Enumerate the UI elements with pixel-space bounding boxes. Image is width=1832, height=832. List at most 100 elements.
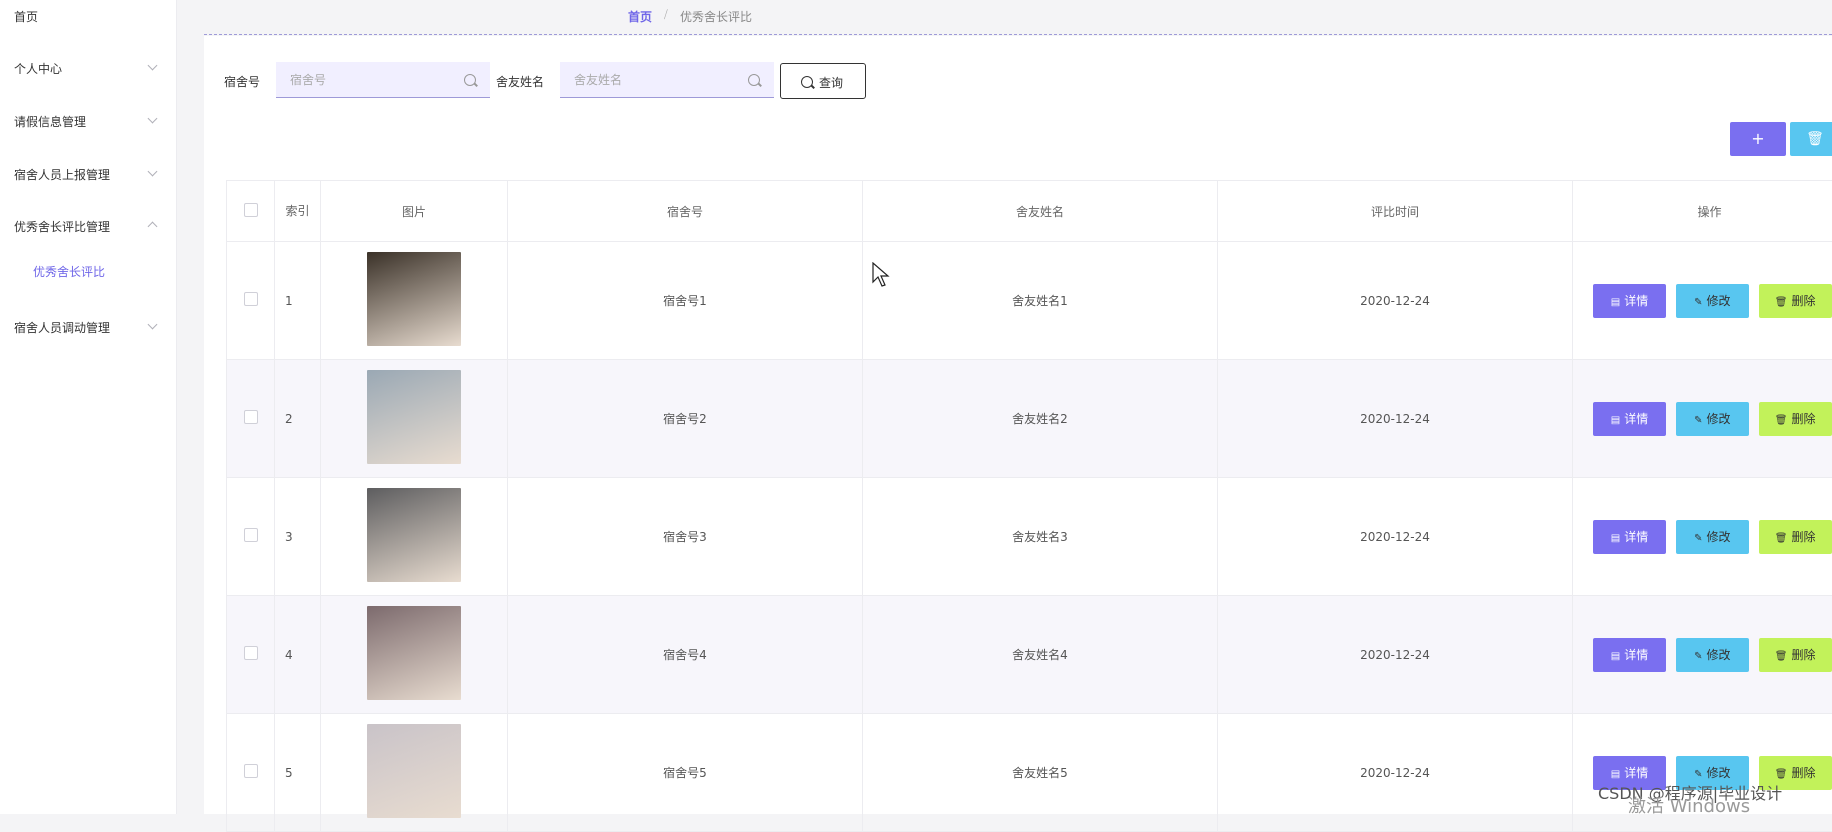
delete-button[interactable]: 🗑删除 [1759, 284, 1832, 318]
row-index: 1 [275, 242, 321, 360]
trash-icon: 🗑 [1775, 297, 1788, 308]
detail-button[interactable]: ▤详情 [1593, 402, 1666, 436]
trash-icon: 🗑 [1775, 415, 1788, 426]
row-time: 2020-12-24 [1218, 596, 1573, 714]
main-area: 首页 ⧸ 优秀舍长评比 宿舍号 舍友姓名 查询 + 🗑 索引 图片 [204, 0, 1832, 814]
delete-button[interactable]: 🗑删除 [1759, 638, 1832, 672]
header-image: 图片 [321, 181, 508, 242]
row-actions: ▤详情 ✎修改 🗑删除 [1573, 478, 1832, 596]
row-name: 舍友姓名4 [863, 596, 1218, 714]
row-time: 2020-12-24 [1218, 242, 1573, 360]
sidebar-item-label: 首页 [14, 8, 38, 25]
sidebar: 首页 个人中心 请假信息管理 宿舍人员上报管理 优秀舍长评比管理 优秀舍长评比 … [0, 0, 177, 814]
detail-button[interactable]: ▤详情 [1593, 638, 1666, 672]
row-checkbox[interactable] [244, 646, 258, 660]
header-ops: 操作 [1573, 181, 1832, 242]
breadcrumb-home[interactable]: 首页 [628, 8, 652, 25]
edit-button[interactable]: ✎修改 [1676, 402, 1749, 436]
trash-icon: 🗑 [1775, 533, 1788, 544]
chevron-down-icon [148, 61, 158, 71]
detail-button[interactable]: ▤详情 [1593, 284, 1666, 318]
query-button[interactable]: 查询 [780, 63, 866, 99]
document-icon: ▤ [1611, 415, 1620, 426]
row-checkbox[interactable] [244, 764, 258, 778]
data-table: 索引 图片 宿舍号 舍友姓名 评比时间 操作 1 宿舍号1 舍友姓名1 2020… [226, 180, 1832, 832]
edit-button[interactable]: ✎修改 [1676, 638, 1749, 672]
delete-button[interactable]: 🗑删除 [1759, 520, 1832, 554]
query-button-label: 查询 [819, 74, 843, 91]
dorm-search-input[interactable] [276, 62, 490, 98]
sidebar-item-home[interactable]: 首页 [0, 4, 176, 28]
row-dorm: 宿舍号4 [508, 596, 863, 714]
row-photo [367, 370, 461, 464]
row-checkbox[interactable] [244, 292, 258, 306]
sidebar-item-personal-center[interactable]: 个人中心 [0, 56, 176, 80]
search-icon [801, 76, 813, 88]
search-icon [464, 74, 476, 86]
row-name: 舍友姓名2 [863, 360, 1218, 478]
table-row: 4 宿舍号4 舍友姓名4 2020-12-24 ▤详情 ✎修改 🗑删除 [227, 596, 1832, 714]
batch-delete-button[interactable]: 🗑 [1790, 122, 1832, 156]
trash-icon: 🗑 [1775, 769, 1788, 780]
breadcrumb: 首页 ⧸ 优秀舍长评比 [204, 0, 1832, 35]
document-icon: ▤ [1611, 533, 1620, 544]
header-name: 舍友姓名 [863, 181, 1218, 242]
sidebar-subitem-excellent-leader[interactable]: 优秀舍长评比 [33, 263, 105, 280]
chevron-down-icon [148, 320, 158, 330]
document-icon: ▤ [1611, 769, 1620, 780]
chevron-up-icon [148, 222, 158, 232]
sidebar-item-leave-management[interactable]: 请假信息管理 [0, 109, 176, 133]
row-photo [367, 488, 461, 582]
row-dorm: 宿舍号2 [508, 360, 863, 478]
sidebar-item-label: 宿舍人员调动管理 [14, 319, 110, 336]
dorm-label: 宿舍号 [224, 73, 260, 90]
name-search-input[interactable] [560, 62, 774, 98]
row-time: 2020-12-24 [1218, 478, 1573, 596]
row-photo [367, 724, 461, 818]
edit-button[interactable]: ✎修改 [1676, 520, 1749, 554]
add-button[interactable]: + [1730, 122, 1786, 156]
sidebar-item-transfer-management[interactable]: 宿舍人员调动管理 [0, 315, 176, 339]
header-select-all [227, 181, 275, 242]
header-time: 评比时间 [1218, 181, 1573, 242]
table-row: 3 宿舍号3 舍友姓名3 2020-12-24 ▤详情 ✎修改 🗑删除 [227, 478, 1832, 596]
header-index: 索引 [275, 181, 321, 242]
row-photo [367, 606, 461, 700]
breadcrumb-separator-icon: ⧸ [664, 8, 668, 22]
table-header-row: 索引 图片 宿舍号 舍友姓名 评比时间 操作 [227, 181, 1832, 242]
table-row: 1 宿舍号1 舍友姓名1 2020-12-24 ▤详情 ✎修改 🗑删除 [227, 242, 1832, 360]
sidebar-item-label: 个人中心 [14, 60, 62, 77]
select-all-checkbox[interactable] [244, 203, 258, 217]
chevron-down-icon [148, 167, 158, 177]
sidebar-item-excellent-leader-management[interactable]: 优秀舍长评比管理 [0, 214, 176, 238]
row-checkbox[interactable] [244, 528, 258, 542]
row-checkbox[interactable] [244, 410, 258, 424]
pencil-icon: ✎ [1694, 415, 1702, 426]
row-index: 4 [275, 596, 321, 714]
row-actions: ▤详情 ✎修改 🗑删除 [1573, 242, 1832, 360]
content-panel: 宿舍号 舍友姓名 查询 + 🗑 索引 图片 宿舍号 舍友姓名 [204, 36, 1832, 814]
row-actions: ▤详情 ✎修改 🗑删除 [1573, 596, 1832, 714]
delete-button[interactable]: 🗑删除 [1759, 402, 1832, 436]
pencil-icon: ✎ [1694, 651, 1702, 662]
row-index: 3 [275, 478, 321, 596]
document-icon: ▤ [1611, 297, 1620, 308]
breadcrumb-current: 优秀舍长评比 [680, 8, 752, 25]
row-index: 2 [275, 360, 321, 478]
row-time: 2020-12-24 [1218, 360, 1573, 478]
row-photo [367, 252, 461, 346]
chevron-down-icon [148, 114, 158, 124]
trash-icon: 🗑 [1775, 651, 1788, 662]
row-name: 舍友姓名3 [863, 478, 1218, 596]
row-dorm: 宿舍号3 [508, 478, 863, 596]
sidebar-item-label: 宿舍人员上报管理 [14, 166, 110, 183]
sidebar-item-label: 优秀舍长评比管理 [14, 218, 110, 235]
mouse-cursor-icon [872, 262, 890, 288]
pencil-icon: ✎ [1694, 297, 1702, 308]
edit-button[interactable]: ✎修改 [1676, 284, 1749, 318]
detail-button[interactable]: ▤详情 [1593, 520, 1666, 554]
sidebar-item-report-management[interactable]: 宿舍人员上报管理 [0, 162, 176, 186]
table-row: 2 宿舍号2 舍友姓名2 2020-12-24 ▤详情 ✎修改 🗑删除 [227, 360, 1832, 478]
row-actions: ▤详情 ✎修改 🗑删除 [1573, 360, 1832, 478]
windows-activation-watermark: 激活 Windows [1628, 792, 1750, 818]
